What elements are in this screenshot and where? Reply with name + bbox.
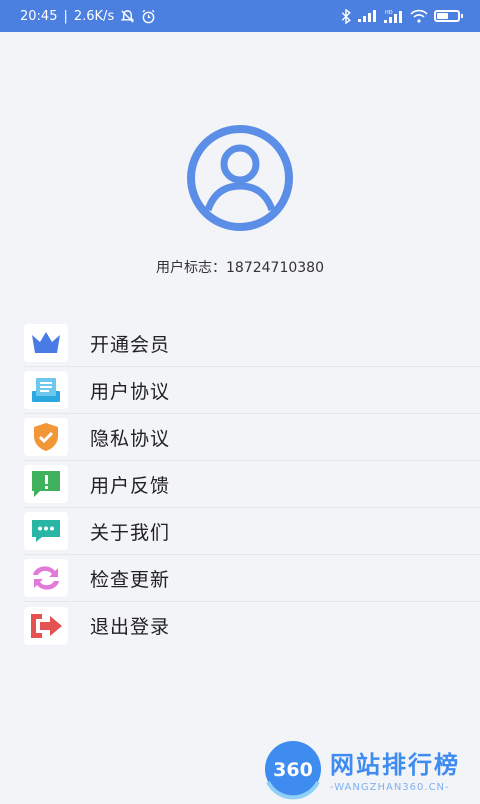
document-icon [24,371,68,409]
svg-text:HD: HD [385,10,393,16]
status-bar: 20:45 | 2.6K/s HD [0,0,480,32]
alarm-icon [141,9,156,24]
refresh-icon [24,559,68,597]
status-network-speed: 2.6K/s [73,8,115,24]
user-id-label: 用户标志：18724710380 [156,260,324,276]
status-time: 20:45 [20,8,58,24]
watermark-text: 网站排行榜 -WANGZHAN360.CN- [330,745,460,793]
menu-item-privacy[interactable]: 隐私协议 [24,414,480,461]
shield-icon [24,418,68,456]
menu-item-feedback[interactable]: 用户反馈 [24,461,480,508]
menu-item-label: 用户反馈 [90,474,171,497]
menu-item-label: 退出登录 [90,616,171,638]
menu-item-label: 关于我们 [90,521,171,544]
menu-item-user-agreement[interactable]: 用户协议 [24,367,480,414]
status-separator: | [63,8,68,24]
signal-icon [358,10,378,22]
chat-icon [24,512,68,550]
watermark-title: 网站排行榜 [330,751,460,779]
menu-item-label: 隐私协议 [90,427,171,450]
settings-menu: 开通会员 用户协议 隐私协议 用户反馈 关于我们 检查更新 退出登录 [24,320,480,649]
user-avatar-icon[interactable] [186,124,294,232]
menu-item-about[interactable]: 关于我们 [24,508,480,555]
battery-icon [434,10,463,22]
mute-icon [120,9,135,24]
crown-icon [24,324,68,362]
logout-icon [24,606,68,645]
wifi-icon [410,9,428,23]
watermark-subtitle: -WANGZHAN360.CN- [330,782,450,793]
status-bar-right: HD [340,8,463,24]
menu-item-label: 检查更新 [90,568,171,591]
status-bar-left: 20:45 | 2.6K/s [20,9,156,24]
watermark-logo-text: 360 [273,759,313,781]
menu-item-label: 开通会员 [90,333,171,356]
menu-item-vip[interactable]: 开通会员 [24,320,480,367]
menu-item-label: 用户协议 [90,380,171,403]
hd-signal-icon: HD [384,9,404,23]
menu-item-check-update[interactable]: 检查更新 [24,555,480,602]
watermark-logo: 360 [262,738,324,800]
battery-fill [437,13,448,19]
bluetooth-icon [340,8,352,24]
watermark: 360 网站排行榜 -WANGZHAN360.CN- [262,738,480,800]
feedback-icon [24,465,68,503]
menu-item-logout[interactable]: 退出登录 [24,602,480,649]
